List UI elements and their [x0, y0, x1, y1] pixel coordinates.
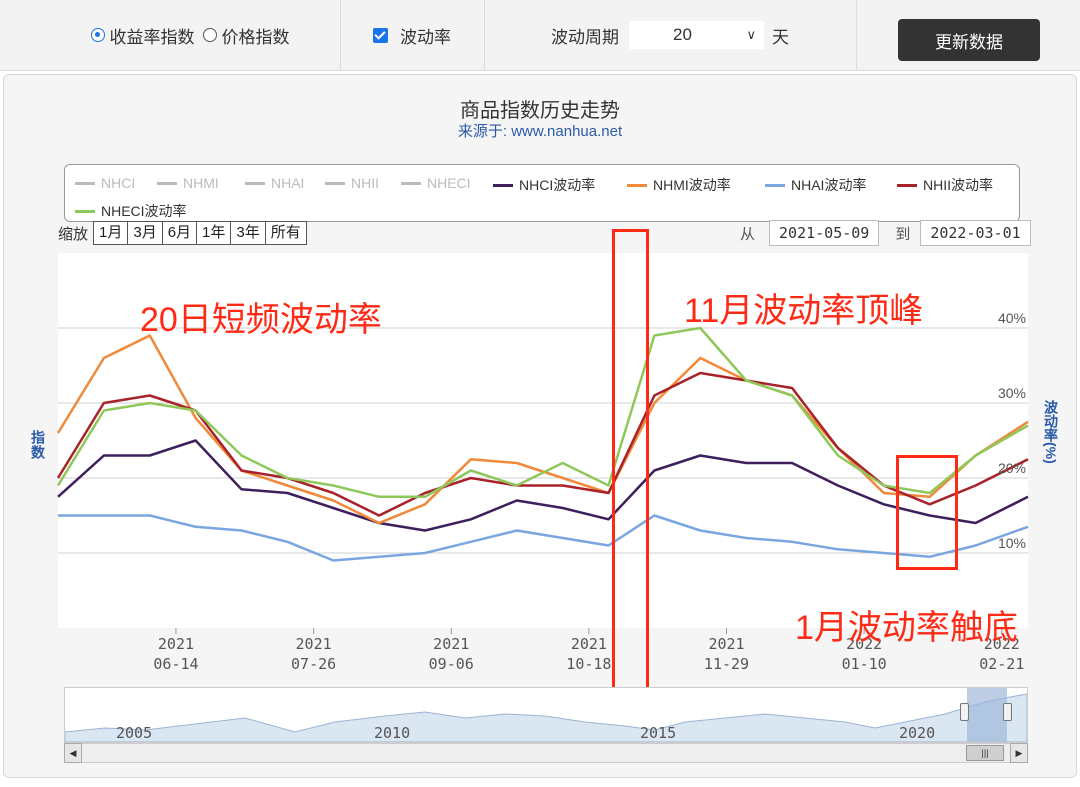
navigator-handle-left[interactable]: [960, 703, 969, 721]
y-axis-right-label: 波动率(%): [1043, 400, 1059, 464]
x-tick-label: 2021 09-06: [428, 635, 474, 673]
navigator-series: [64, 688, 1028, 743]
y-tick-label: 10%: [997, 535, 1026, 551]
highlight-box-november: [612, 229, 649, 747]
annotation-november-peak: 11月波动率顶峰: [684, 292, 924, 330]
highlight-box-january: [896, 455, 958, 570]
x-tick-label: 2021 07-26: [291, 635, 337, 673]
annotation-january-bottom: 1月波动率触底: [795, 609, 1018, 647]
scroll-left-arrow-icon[interactable]: ◀: [64, 743, 82, 763]
scrollbar-track[interactable]: [64, 743, 1028, 763]
y-axis-left-label: 指数: [30, 430, 46, 460]
y-tick-label: 20%: [997, 460, 1026, 476]
series-line-nhii-vol[interactable]: [56, 371, 1029, 517]
navigator-year-label: 2020: [899, 724, 936, 742]
series-line-nhmi-vol[interactable]: [56, 334, 1029, 525]
navigator-year-label: 2015: [640, 724, 677, 742]
navigator-year-label: 2010: [374, 724, 411, 742]
navigator-year-label: 2005: [116, 724, 153, 742]
series-line-nhai-vol[interactable]: [58, 514, 1029, 562]
x-tick-label: 2021 10-18: [566, 635, 612, 673]
x-tick-label: 2021 06-14: [153, 635, 199, 673]
y-tick-label: 30%: [997, 385, 1026, 401]
navigator[interactable]: [64, 687, 1028, 743]
y-tick-label: 40%: [997, 310, 1026, 326]
navigator-handle-right[interactable]: [1003, 703, 1012, 721]
series-line-nheci-vol[interactable]: [56, 326, 1029, 499]
annotation-short-term-vol: 20日短频波动率: [140, 301, 382, 339]
x-tick-label: 2021 11-29: [703, 635, 750, 673]
scrollbar-thumb[interactable]: |||: [966, 745, 1004, 761]
scroll-right-arrow-icon[interactable]: ▶: [1010, 743, 1028, 763]
